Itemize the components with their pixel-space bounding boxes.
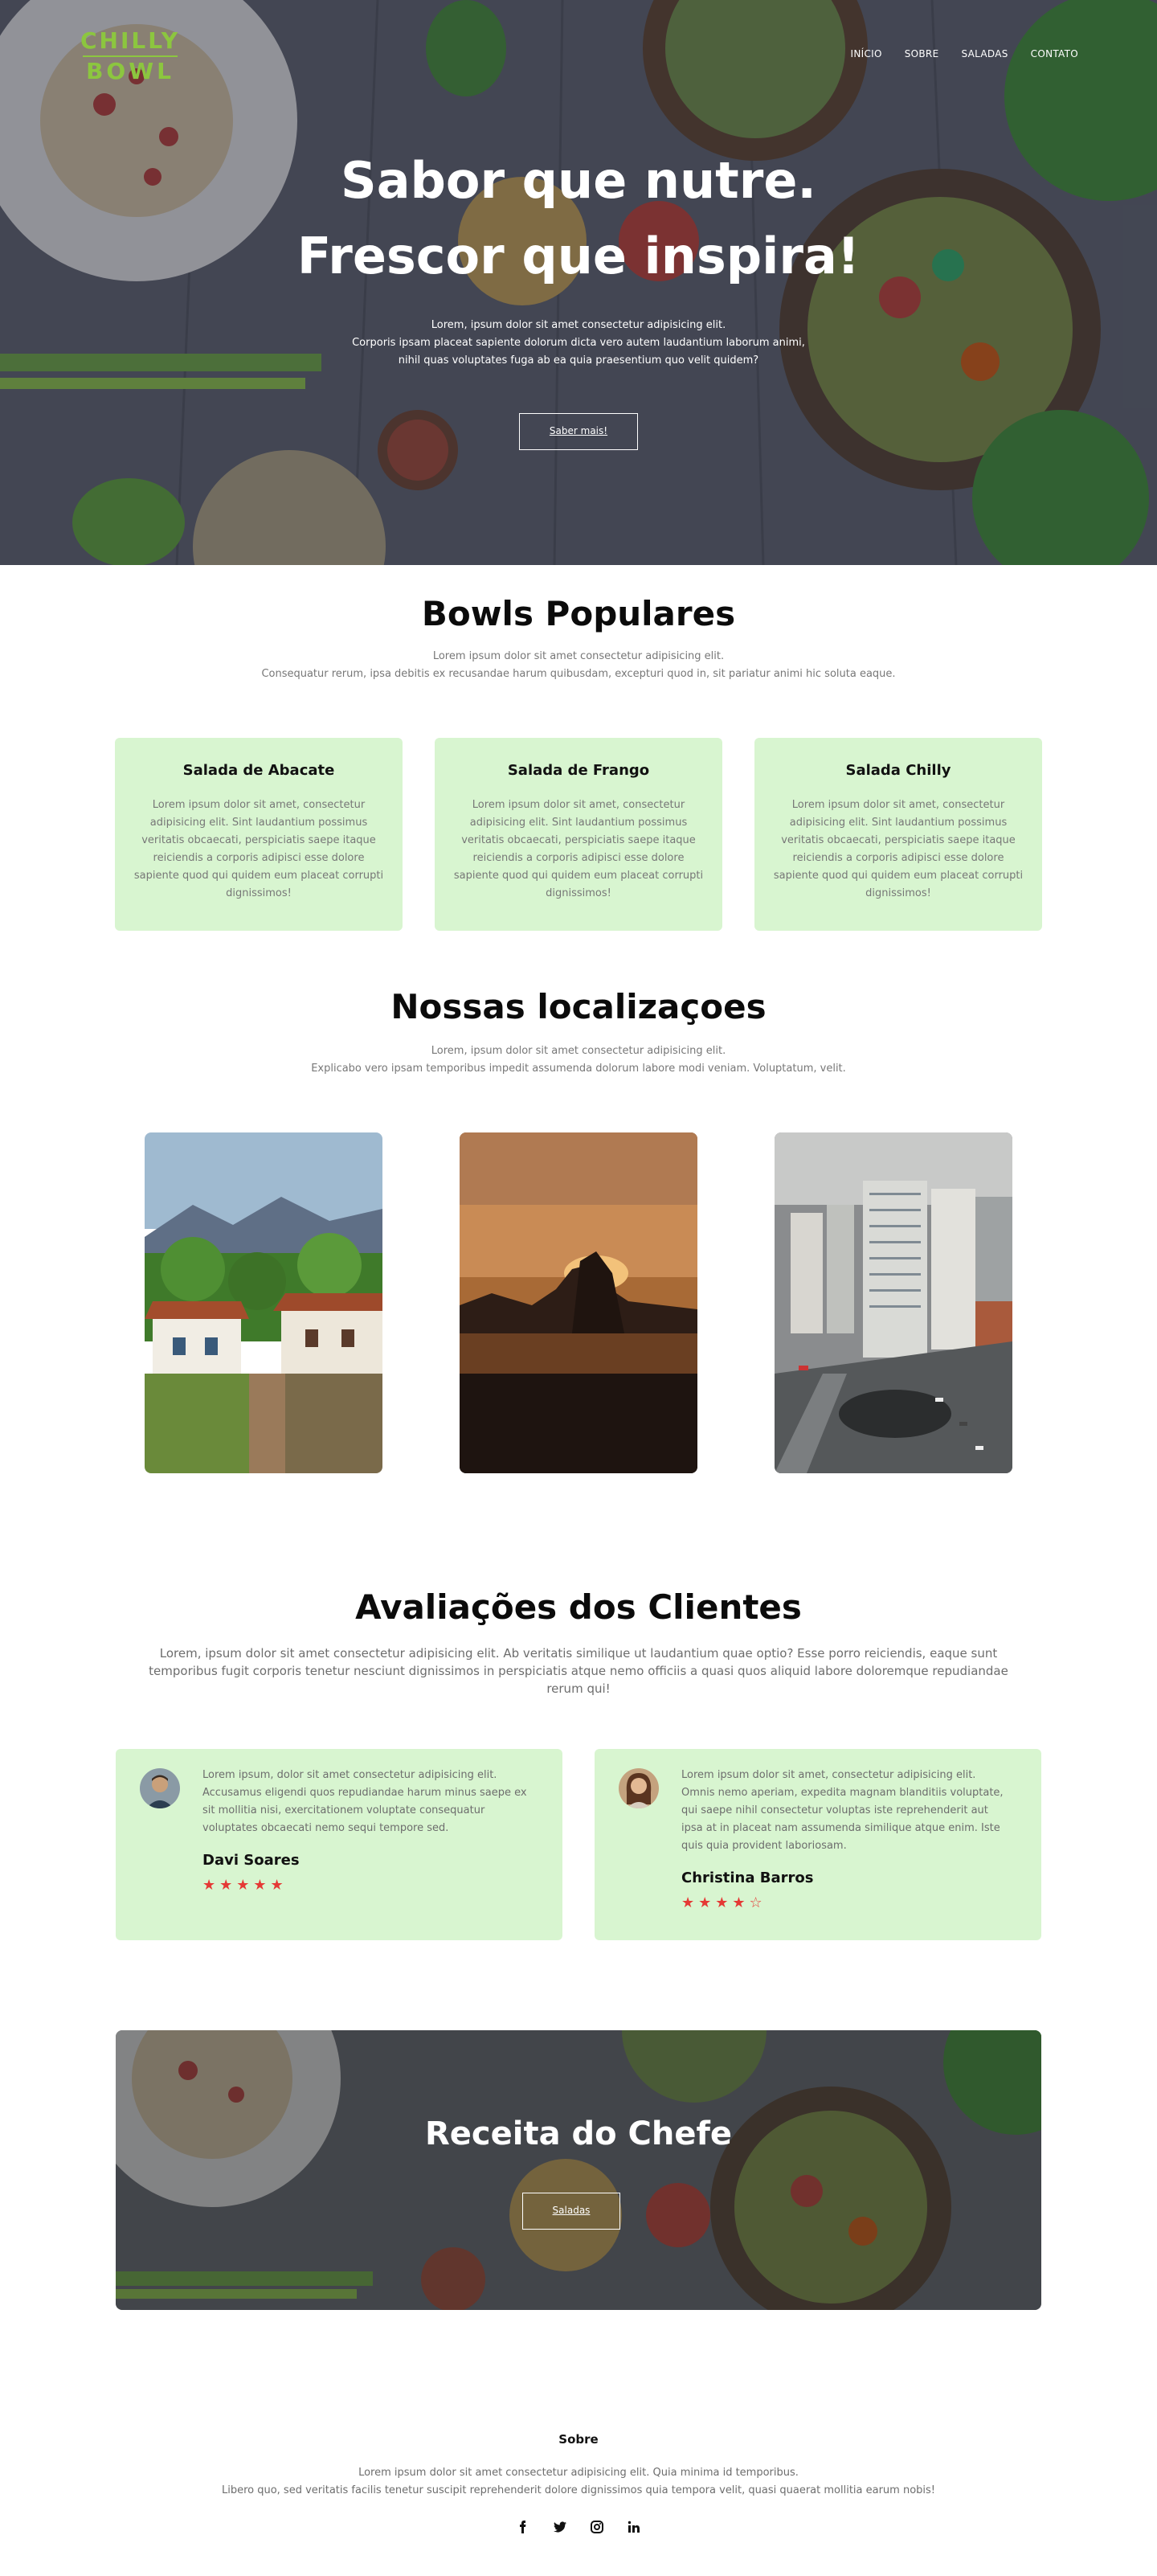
footer-text: Lorem ipsum dolor sit amet consectetur a… <box>0 2464 1157 2500</box>
bowl-card-text: Lorem ipsum dolor sit amet, consectetur … <box>453 799 704 899</box>
hero-text: Lorem, ipsum dolor sit amet consectetur … <box>0 317 1157 370</box>
footer-text-line1: Lorem ipsum dolor sit amet consectetur a… <box>358 2467 799 2479</box>
twitter-icon[interactable] <box>554 2521 566 2533</box>
social-links <box>0 2521 1157 2533</box>
hero-title-line2: Frescor que inspira! <box>296 227 861 285</box>
bowl-card-text: Lorem ipsum dolor sit amet, consectetur … <box>133 799 384 899</box>
bowl-cards: Salada de Abacate Lorem ipsum dolor sit … <box>0 738 1157 931</box>
brand-logo[interactable]: CHILLY BOWL <box>71 27 190 85</box>
reviewer-name: Davi Soares <box>202 1852 300 1869</box>
avatar <box>140 1768 180 1808</box>
rating-stars: ★★★★☆ <box>681 1894 767 1911</box>
nav-saladas[interactable]: SALADAS <box>961 48 1008 59</box>
review-text: Lorem ipsum dolor sit amet, consectetur … <box>681 1769 1004 1852</box>
review-card: Lorem ipsum, dolor sit amet consectetur … <box>116 1749 562 1940</box>
footer-text-line2: Libero quo, sed veritatis facilis tenetu… <box>221 2484 936 2496</box>
hero-title-line1: Sabor que nutre. <box>341 151 816 210</box>
brand-line2: BOWL <box>86 58 174 84</box>
locations-subtitle: Lorem, ipsum dolor sit amet consectetur … <box>0 1042 1157 1078</box>
facebook-icon[interactable] <box>517 2521 529 2533</box>
saladas-button[interactable]: Saladas <box>522 2193 620 2230</box>
popular-subtitle: Lorem ipsum dolor sit amet consectetur a… <box>0 648 1157 683</box>
locations-sub-line1: Lorem, ipsum dolor sit amet consectetur … <box>431 1045 726 1057</box>
reviews-section: Avaliações dos Clientes Lorem, ipsum dol… <box>0 1473 1157 1940</box>
avatar <box>619 1768 659 1808</box>
brand-line1: CHILLY <box>80 27 180 54</box>
hero-content: Sabor que nutre. Frescor que inspira! Lo… <box>0 143 1157 450</box>
bowl-card[interactable]: Salada Chilly Lorem ipsum dolor sit amet… <box>754 738 1042 931</box>
saber-mais-button[interactable]: Saber mais! <box>519 413 638 450</box>
bowl-card[interactable]: Salada de Frango Lorem ipsum dolor sit a… <box>435 738 722 931</box>
bowl-card-title: Salada Chilly <box>845 762 951 779</box>
popular-sub-line1: Lorem ipsum dolor sit amet consectetur a… <box>432 650 725 662</box>
main-nav: INÍCIO SOBRE SALADAS CONTATO <box>851 48 1078 59</box>
bowl-card-text: Lorem ipsum dolor sit amet, consectetur … <box>773 799 1024 899</box>
chef-section: Receita do Chefe Saladas <box>0 1940 1157 2310</box>
location-images <box>0 1132 1157 1473</box>
logo-divider <box>83 55 178 57</box>
nav-inicio[interactable]: INÍCIO <box>851 48 882 59</box>
review-card: Lorem ipsum dolor sit amet, consectetur … <box>595 1749 1041 1940</box>
reviews-subtitle: Lorem, ipsum dolor sit amet consectetur … <box>149 1646 1008 1696</box>
locations-section: Nossas localizaçoes Lorem, ipsum dolor s… <box>0 931 1157 1473</box>
nav-sobre[interactable]: SOBRE <box>905 48 939 59</box>
popular-section: Bowls Populares Lorem ipsum dolor sit am… <box>0 565 1157 931</box>
popular-sub-line2: Consequatur rerum, ipsa debitis ex recus… <box>261 668 896 680</box>
nav-contato[interactable]: CONTATO <box>1031 48 1078 59</box>
review-cards: Lorem ipsum, dolor sit amet consectetur … <box>0 1749 1157 1940</box>
location-image-city <box>775 1132 1012 1473</box>
instagram-icon[interactable] <box>591 2521 603 2533</box>
bowl-card[interactable]: Salada de Abacate Lorem ipsum dolor sit … <box>115 738 403 931</box>
bowl-card-title: Salada de Abacate <box>182 762 335 779</box>
footer: Sobre Lorem ipsum dolor sit amet consect… <box>0 2310 1157 2566</box>
hero-text-line2: Corporis ipsam placeat sapiente dolorum … <box>352 337 805 349</box>
location-image-sugarloaf <box>460 1132 697 1473</box>
linkedin-icon[interactable] <box>628 2521 640 2533</box>
rating-stars: ★★★★★ <box>202 1877 288 1894</box>
popular-title: Bowls Populares <box>421 594 736 633</box>
locations-title: Nossas localizaçoes <box>390 987 767 1026</box>
reviews-title: Avaliações dos Clientes <box>355 1587 802 1627</box>
locations-sub-line2: Explicabo vero ipsam temporibus impedit … <box>311 1063 846 1075</box>
footer-title: Sobre <box>558 2432 599 2447</box>
location-image-town <box>145 1132 382 1473</box>
review-text: Lorem ipsum, dolor sit amet consectetur … <box>202 1769 527 1834</box>
chef-title: Receita do Chefe <box>424 2115 733 2152</box>
hero-section: CHILLY BOWL INÍCIO SOBRE SALADAS CONTATO… <box>0 0 1157 565</box>
chef-overlay <box>116 2030 1041 2310</box>
bowl-card-title: Salada de Frango <box>507 762 650 779</box>
chef-banner: Receita do Chefe Saladas <box>116 2030 1041 2310</box>
hero-text-line1: Lorem, ipsum dolor sit amet consectetur … <box>431 319 726 331</box>
hero-text-line3: nihil quas voluptates fuga ab ea quia pr… <box>398 354 759 367</box>
hero-title: Sabor que nutre. Frescor que inspira! <box>0 143 1157 294</box>
reviewer-name: Christina Barros <box>681 1870 814 1886</box>
